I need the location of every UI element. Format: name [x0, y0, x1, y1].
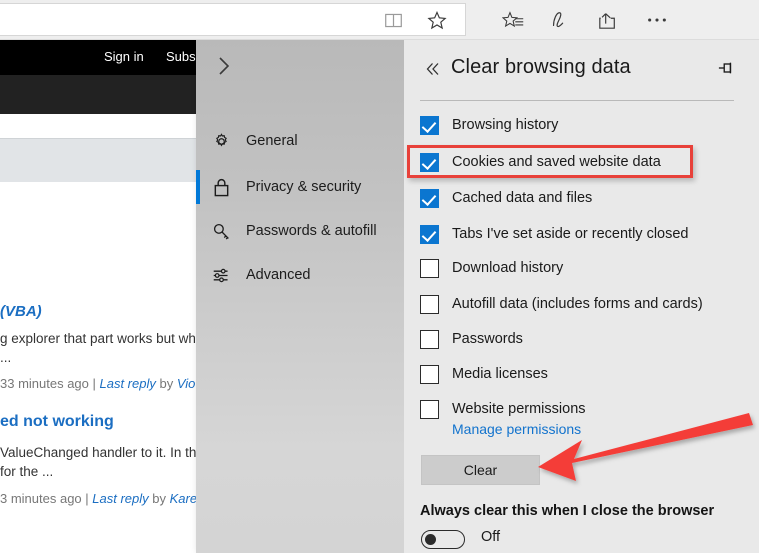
checkbox-cached-data-and-files[interactable] [420, 188, 439, 208]
post-meta-time: 33 minutes ago | [0, 376, 100, 391]
web-notes-pen-icon[interactable] [542, 0, 576, 40]
checkbox-row-cached-data[interactable]: Cached data and files [420, 188, 740, 208]
more-settings-icon[interactable] [640, 0, 674, 40]
checkbox-label: Cached data and files [452, 190, 593, 206]
clear-button[interactable]: Clear [421, 455, 540, 485]
checkbox-download-history[interactable] [420, 258, 439, 278]
checkbox-media-licenses[interactable] [420, 364, 439, 384]
checkbox-row-website-permissions[interactable]: Website permissions [420, 399, 740, 419]
hub-favorites-icon[interactable] [496, 0, 530, 40]
post-meta: 3 minutes ago | Last reply by Karen [0, 489, 220, 508]
screenshot-root: Sign in Subsc (VBA) g explorer that part… [0, 0, 759, 553]
post-meta-author[interactable]: Vio [177, 376, 196, 391]
sidebar-item-general[interactable]: General [196, 120, 404, 162]
checkbox-row-tabs-set-aside[interactable]: Tabs I've set aside or recently closed [420, 224, 740, 244]
post-meta-by: by [148, 491, 170, 506]
toggle-state-label: Off [481, 529, 501, 545]
post-title[interactable]: ed not working [0, 412, 220, 431]
post-snippet-line: g explorer that part works but when [0, 331, 211, 346]
sidebar-item-label: Advanced [246, 267, 311, 283]
chevron-double-left-icon[interactable] [417, 54, 449, 84]
lock-icon [196, 177, 246, 198]
post-meta-time: 3 minutes ago | [0, 491, 93, 506]
gear-icon [196, 132, 246, 151]
checkbox-row-passwords[interactable]: Passwords [420, 329, 740, 349]
post-title[interactable]: (VBA) [0, 302, 220, 321]
sidebar-item-label: General [246, 133, 298, 149]
checkbox-website-permissions[interactable] [420, 399, 439, 419]
header-divider [420, 100, 734, 101]
key-icon [196, 222, 246, 241]
post-snippet-ellipsis: ... [0, 350, 12, 365]
sidebar-item-passwords-autofill[interactable]: Passwords & autofill [196, 210, 404, 252]
checkbox-row-download-history[interactable]: Download history [420, 258, 740, 278]
chevron-right-icon[interactable] [204, 48, 244, 84]
sidebar-item-advanced[interactable]: Advanced [196, 254, 404, 296]
post-item: (VBA) g explorer that part works but whe… [0, 302, 220, 393]
checkbox-autofill-data[interactable] [420, 294, 439, 314]
checkbox-tabs-set-aside[interactable] [420, 224, 439, 244]
checkbox-browsing-history[interactable] [420, 115, 439, 135]
toggle-knob [425, 534, 436, 545]
post-snippet-line: ValueChanged handler to it. In the C [0, 445, 218, 460]
manage-permissions-link[interactable]: Manage permissions [452, 421, 581, 437]
checkbox-label: Browsing history [452, 117, 559, 133]
checkbox-label: Autofill data (includes forms and cards) [452, 296, 703, 312]
post-meta-lastreply[interactable]: Last reply [92, 491, 148, 506]
always-clear-label: Always clear this when I close the brows… [420, 503, 715, 519]
favorite-star-icon[interactable] [420, 0, 454, 40]
reading-view-icon[interactable] [376, 0, 410, 40]
checkbox-label: Tabs I've set aside or recently closed [452, 226, 689, 242]
sign-in-link[interactable]: Sign in [104, 49, 144, 64]
sidebar-item-label: Passwords & autofill [246, 223, 377, 239]
sidebar-item-label: Privacy & security [246, 179, 362, 195]
checkbox-label: Cookies and saved website data [452, 154, 661, 170]
pin-icon[interactable] [710, 54, 742, 82]
checkbox-label: Passwords [452, 331, 523, 347]
post-meta-by: by [155, 376, 177, 391]
checkbox-row-autofill-data[interactable]: Autofill data (includes forms and cards) [420, 294, 740, 314]
checkbox-label: Media licenses [452, 366, 548, 382]
browser-toolbar [0, 0, 759, 40]
page-title: Clear browsing data [451, 56, 631, 78]
checkbox-passwords[interactable] [420, 329, 439, 349]
post-snippet-line-2: for the ... [0, 464, 54, 479]
settings-nav-panel: General Privacy & security Passwords & a… [196, 40, 404, 553]
post-meta: 33 minutes ago | Last reply by Vio [0, 374, 220, 393]
post-item: ed not working ValueChanged handler to i… [0, 412, 220, 508]
checkbox-label: Download history [452, 260, 564, 276]
checkbox-row-cookies[interactable]: Cookies and saved website data [420, 152, 740, 172]
checkbox-row-browsing-history[interactable]: Browsing history [420, 115, 740, 135]
checkbox-label: Website permissions [452, 401, 586, 417]
sliders-icon [196, 266, 246, 285]
always-clear-toggle[interactable] [421, 530, 465, 549]
share-icon[interactable] [590, 0, 624, 40]
checkbox-row-media-licenses[interactable]: Media licenses [420, 364, 740, 384]
sidebar-item-privacy-security[interactable]: Privacy & security [196, 166, 404, 208]
post-meta-lastreply[interactable]: Last reply [100, 376, 156, 391]
checkbox-cookies-and-saved-website-data[interactable] [420, 152, 439, 172]
